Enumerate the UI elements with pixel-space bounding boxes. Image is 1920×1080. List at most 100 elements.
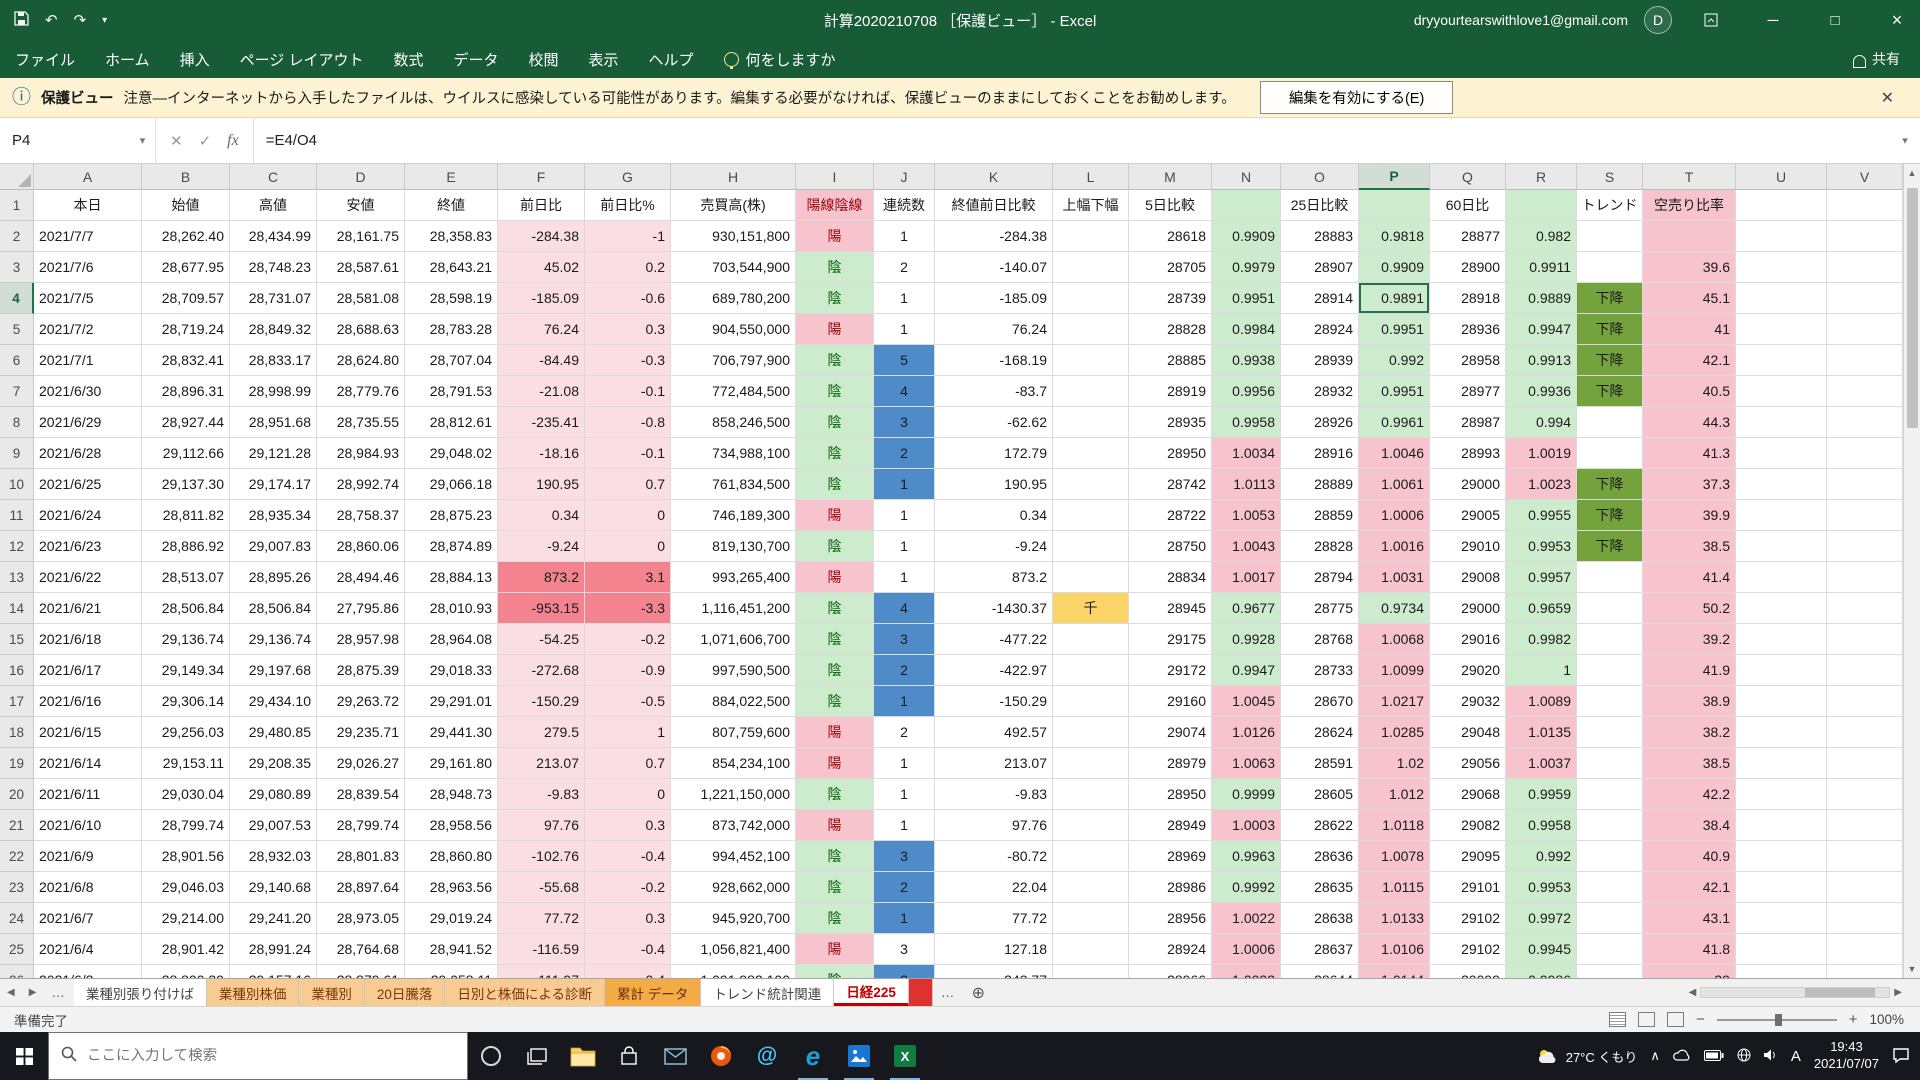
cell-R16[interactable]: 1	[1506, 655, 1577, 686]
sheet-tab-業種別[interactable]: 業種別	[299, 979, 365, 1006]
cell-L15[interactable]	[1053, 624, 1129, 655]
cell-B17[interactable]: 29,306.14	[142, 686, 230, 717]
cell-N5[interactable]: 0.9984	[1212, 314, 1281, 345]
cell-E22[interactable]: 28,860.80	[405, 841, 498, 872]
cell-P17[interactable]: 1.0217	[1359, 686, 1430, 717]
cell-O7[interactable]: 28932	[1281, 376, 1359, 407]
cell-E16[interactable]: 29,018.33	[405, 655, 498, 686]
cell-N23[interactable]: 0.9992	[1212, 872, 1281, 903]
cell-J3[interactable]: 2	[874, 252, 935, 283]
cell-R18[interactable]: 1.0135	[1506, 717, 1577, 748]
cell-R25[interactable]: 0.9945	[1506, 934, 1577, 965]
cell-Q16[interactable]: 29020	[1430, 655, 1506, 686]
column-header-G[interactable]: G	[585, 164, 671, 190]
cell-C25[interactable]: 28,991.24	[230, 934, 317, 965]
cell-R13[interactable]: 0.9957	[1506, 562, 1577, 593]
cell-O26[interactable]: 28644	[1281, 965, 1359, 978]
cell-S14[interactable]	[1577, 593, 1643, 624]
account-email[interactable]: dryyourtearswithlove1@gmail.com	[1414, 12, 1628, 28]
cell-E17[interactable]: 29,291.01	[405, 686, 498, 717]
cell-O13[interactable]: 28794	[1281, 562, 1359, 593]
cell-Q12[interactable]: 29010	[1430, 531, 1506, 562]
cell-Q11[interactable]: 29005	[1430, 500, 1506, 531]
cell-U18[interactable]	[1736, 717, 1827, 748]
cell-N10[interactable]: 1.0113	[1212, 469, 1281, 500]
page-layout-view-icon[interactable]	[1638, 1012, 1655, 1027]
cell-I16[interactable]: 陰	[796, 655, 874, 686]
cell-Q5[interactable]: 28936	[1430, 314, 1506, 345]
cell-C26[interactable]: 29,157.16	[230, 965, 317, 978]
cell-L13[interactable]	[1053, 562, 1129, 593]
hscroll-right-icon[interactable]: ▶	[1894, 987, 1902, 998]
cell-H9[interactable]: 734,988,100	[671, 438, 796, 469]
ribbon-tab-3[interactable]: ページ レイアウト	[225, 40, 379, 78]
cell-C15[interactable]: 29,136.74	[230, 624, 317, 655]
cell-P11[interactable]: 1.0006	[1359, 500, 1430, 531]
cell-J8[interactable]: 3	[874, 407, 935, 438]
cell-Q7[interactable]: 28977	[1430, 376, 1506, 407]
cell-J17[interactable]: 1	[874, 686, 935, 717]
cell-H25[interactable]: 1,056,821,400	[671, 934, 796, 965]
cell-K14[interactable]: -1430.37	[935, 593, 1053, 624]
cell-I17[interactable]: 陰	[796, 686, 874, 717]
cell-C7[interactable]: 28,998.99	[230, 376, 317, 407]
cell-D3[interactable]: 28,587.61	[317, 252, 405, 283]
cell-E12[interactable]: 28,874.89	[405, 531, 498, 562]
cell-E1[interactable]: 終値	[405, 190, 498, 221]
cell-V21[interactable]	[1827, 810, 1903, 841]
row-header-1[interactable]: 1	[0, 190, 34, 221]
action-center-icon[interactable]	[1892, 1047, 1910, 1066]
row-header-23[interactable]: 23	[0, 872, 34, 903]
cell-O20[interactable]: 28605	[1281, 779, 1359, 810]
cell-J9[interactable]: 2	[874, 438, 935, 469]
cell-V19[interactable]	[1827, 748, 1903, 779]
cell-B12[interactable]: 28,886.92	[142, 531, 230, 562]
cell-E18[interactable]: 29,441.30	[405, 717, 498, 748]
row-header-22[interactable]: 22	[0, 841, 34, 872]
cell-S2[interactable]	[1577, 221, 1643, 252]
browser-icon[interactable]	[698, 1032, 744, 1080]
cell-K24[interactable]: 77.72	[935, 903, 1053, 934]
cell-U25[interactable]	[1736, 934, 1827, 965]
cell-O12[interactable]: 28828	[1281, 531, 1359, 562]
cell-N13[interactable]: 1.0017	[1212, 562, 1281, 593]
cell-H24[interactable]: 945,920,700	[671, 903, 796, 934]
cell-G8[interactable]: -0.8	[585, 407, 671, 438]
cell-C5[interactable]: 28,849.32	[230, 314, 317, 345]
cell-Q17[interactable]: 29032	[1430, 686, 1506, 717]
cell-G16[interactable]: -0.9	[585, 655, 671, 686]
cell-G7[interactable]: -0.1	[585, 376, 671, 407]
cell-M18[interactable]: 29074	[1129, 717, 1212, 748]
cell-M4[interactable]: 28739	[1129, 283, 1212, 314]
cell-L19[interactable]	[1053, 748, 1129, 779]
cell-V3[interactable]	[1827, 252, 1903, 283]
cell-H19[interactable]: 854,234,100	[671, 748, 796, 779]
cell-O21[interactable]: 28622	[1281, 810, 1359, 841]
cell-P14[interactable]: 0.9734	[1359, 593, 1430, 624]
avatar[interactable]: D	[1644, 6, 1672, 34]
cell-A13[interactable]: 2021/6/22	[34, 562, 142, 593]
cell-C16[interactable]: 29,197.68	[230, 655, 317, 686]
cell-M2[interactable]: 28618	[1129, 221, 1212, 252]
column-header-L[interactable]: L	[1053, 164, 1129, 190]
cell-T26[interactable]: 39	[1643, 965, 1736, 978]
column-header-J[interactable]: J	[874, 164, 935, 190]
cell-G19[interactable]: 0.7	[585, 748, 671, 779]
cell-O25[interactable]: 28637	[1281, 934, 1359, 965]
cell-R20[interactable]: 0.9959	[1506, 779, 1577, 810]
cell-C6[interactable]: 28,833.17	[230, 345, 317, 376]
cell-G3[interactable]: 0.2	[585, 252, 671, 283]
cell-H15[interactable]: 1,071,606,700	[671, 624, 796, 655]
cell-T22[interactable]: 40.9	[1643, 841, 1736, 872]
cell-V24[interactable]	[1827, 903, 1903, 934]
cell-E10[interactable]: 29,066.18	[405, 469, 498, 500]
cell-B13[interactable]: 28,513.07	[142, 562, 230, 593]
cell-F18[interactable]: 279.5	[498, 717, 585, 748]
cell-U5[interactable]	[1736, 314, 1827, 345]
cell-A21[interactable]: 2021/6/10	[34, 810, 142, 841]
cell-P12[interactable]: 1.0016	[1359, 531, 1430, 562]
cell-E26[interactable]: 29,058.11	[405, 965, 498, 978]
cell-B15[interactable]: 29,136.74	[142, 624, 230, 655]
cell-O4[interactable]: 28914	[1281, 283, 1359, 314]
cell-G26[interactable]: 0.4	[585, 965, 671, 978]
